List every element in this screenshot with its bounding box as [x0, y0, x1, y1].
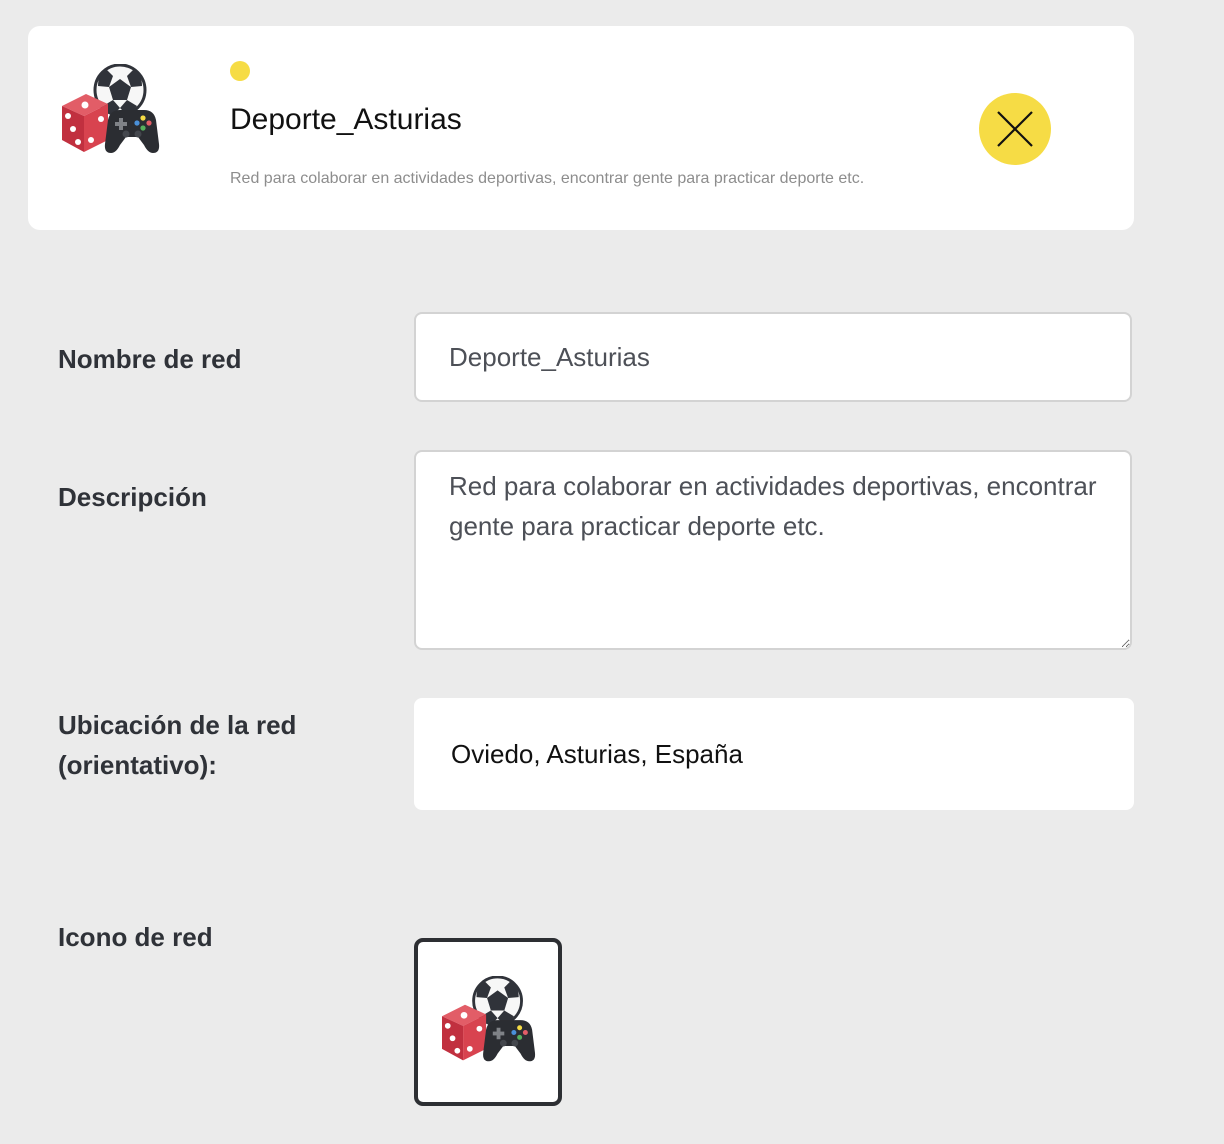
network-header-card: Deporte_Asturias Red para colaborar en a…	[28, 26, 1134, 230]
description-label: Descripción	[58, 482, 207, 512]
status-dot	[230, 61, 250, 81]
close-icon	[997, 111, 1033, 147]
location-field[interactable]: Oviedo, Asturias, España	[414, 698, 1134, 810]
network-name-label: Nombre de red	[58, 344, 242, 374]
network-icon-picker[interactable]	[414, 938, 562, 1106]
network-description-preview: Red para colaborar en actividades deport…	[230, 170, 865, 187]
close-button[interactable]	[979, 93, 1051, 165]
location-value: Oviedo, Asturias, España	[451, 738, 743, 769]
network-title: Deporte_Asturias	[230, 103, 462, 136]
icon-label: Icono de red	[58, 922, 213, 952]
location-label-line1: Ubicación de la red	[58, 710, 297, 740]
network-logo	[58, 63, 162, 160]
location-label-line2: (orientativo):	[58, 750, 217, 780]
network-emblem-icon	[440, 976, 537, 1063]
description-textarea[interactable]: Red para colaborar en actividades deport…	[414, 450, 1132, 650]
location-label: Ubicación de la red (orientativo):	[58, 705, 296, 785]
network-name-input[interactable]	[414, 312, 1132, 402]
